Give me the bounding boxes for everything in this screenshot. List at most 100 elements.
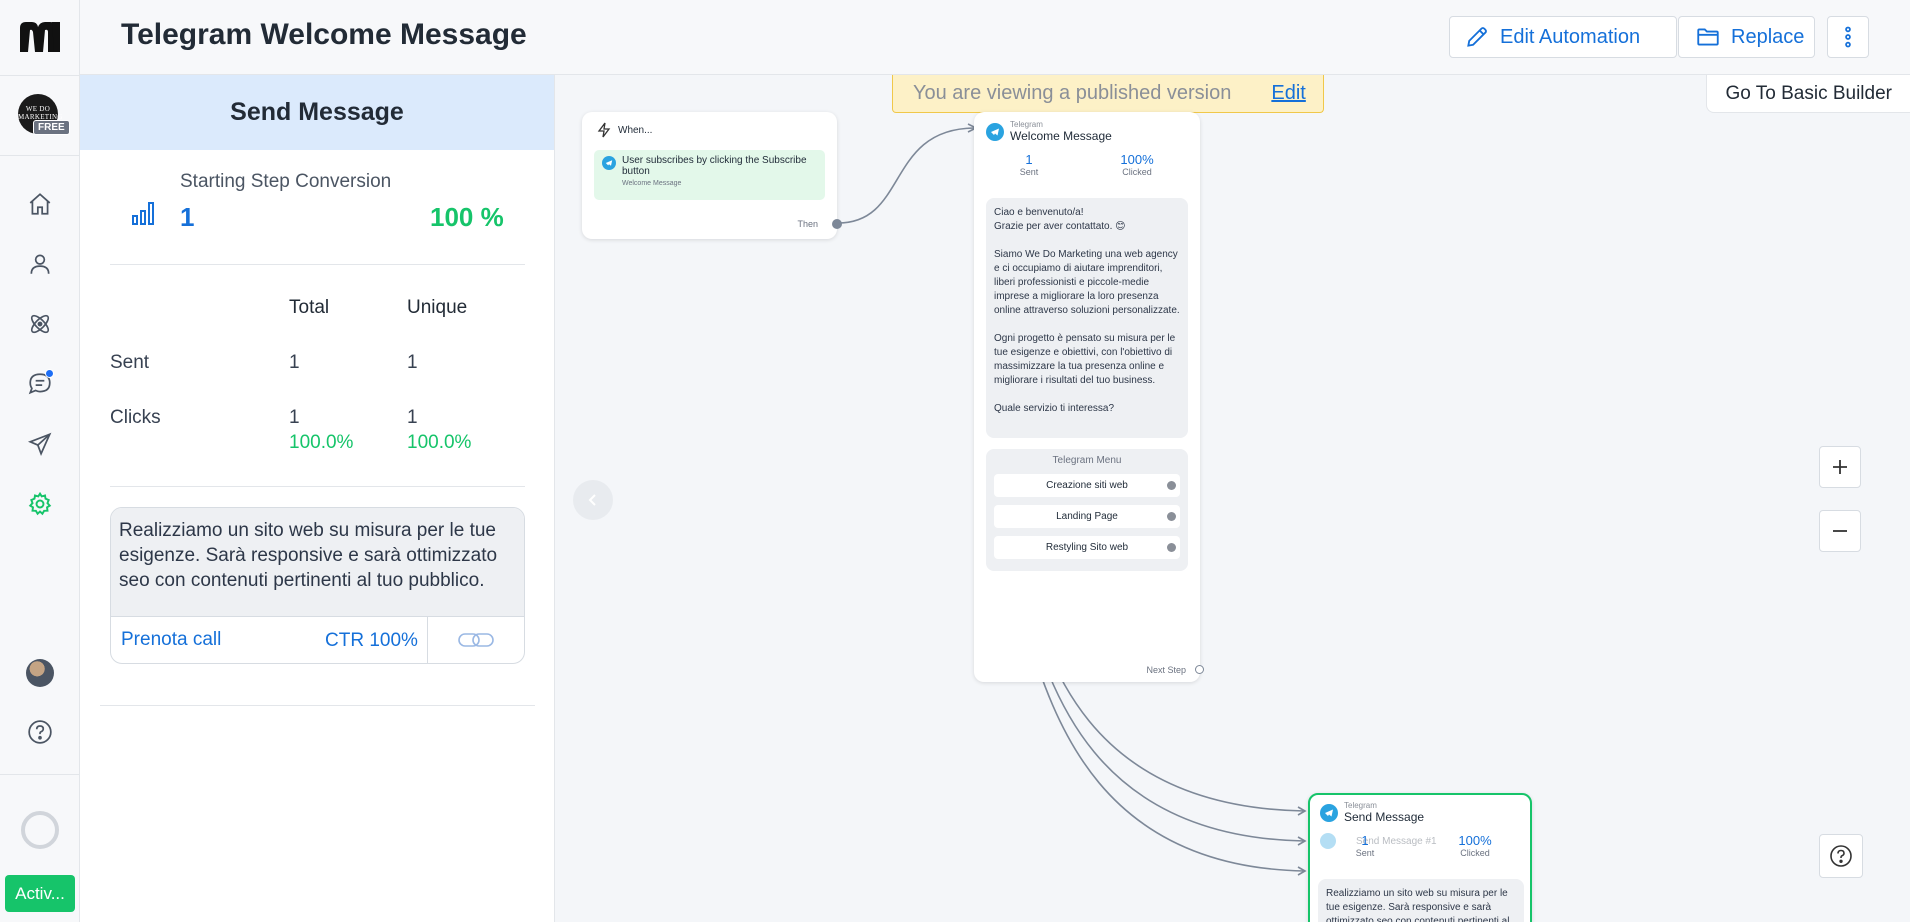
message-button-label[interactable]: Prenota call bbox=[111, 629, 316, 651]
flow-canvas[interactable]: You are viewing a published version Edit… bbox=[556, 75, 1910, 922]
sent-label: Sent bbox=[1019, 167, 1039, 177]
bar-chart-icon bbox=[132, 202, 154, 225]
top-bar: Telegram Welcome Message Edit Automation… bbox=[80, 0, 1910, 75]
more-options-button[interactable] bbox=[1827, 16, 1869, 58]
next-step-port[interactable] bbox=[1195, 665, 1204, 674]
zoom-in-button[interactable] bbox=[1819, 446, 1861, 488]
help-icon[interactable] bbox=[24, 716, 56, 748]
kebab-menu-icon bbox=[1845, 26, 1851, 48]
link-icon[interactable] bbox=[428, 631, 524, 649]
panel-title: Send Message bbox=[80, 75, 554, 150]
rail-divider bbox=[0, 774, 80, 775]
sent-value: 1 bbox=[1361, 833, 1369, 848]
plan-badge: FREE bbox=[33, 120, 70, 135]
home-icon[interactable] bbox=[24, 188, 56, 220]
folder-icon bbox=[1697, 28, 1719, 46]
canvas-help-button[interactable] bbox=[1819, 834, 1863, 878]
clicks-unique: 1 bbox=[407, 407, 418, 428]
send-message-text: Realizziamo un sito web su misura per le… bbox=[1318, 879, 1524, 922]
clicked-label: Clicked bbox=[1122, 167, 1152, 177]
replace-button[interactable]: Replace bbox=[1678, 16, 1815, 58]
automation-icon[interactable] bbox=[24, 308, 56, 340]
minus-icon bbox=[1833, 530, 1847, 532]
menu-item-port[interactable] bbox=[1167, 543, 1176, 552]
trigger-header: When... bbox=[618, 124, 653, 136]
sent-total: 1 bbox=[289, 352, 300, 373]
divider bbox=[100, 705, 535, 706]
basic-builder-button[interactable]: Go To Basic Builder bbox=[1706, 75, 1910, 113]
sent-value: 1 bbox=[1025, 152, 1033, 167]
loading-indicator bbox=[21, 811, 59, 849]
message-button-ctr: CTR 100% bbox=[316, 616, 428, 663]
then-label: Then bbox=[797, 219, 818, 229]
clicks-total-percent: 100.0% bbox=[289, 432, 354, 453]
menu-item-label: Creazione siti web bbox=[1046, 480, 1128, 491]
banner-edit-link[interactable]: Edit bbox=[1271, 82, 1305, 105]
conversion-percent: 100 % bbox=[430, 202, 504, 232]
then-port[interactable] bbox=[832, 219, 842, 229]
collapse-panel-button[interactable] bbox=[573, 480, 613, 520]
account-avatar-text: WE DO MARKETING bbox=[18, 105, 63, 121]
manychat-logo[interactable] bbox=[18, 18, 62, 56]
clicked-label: Clicked bbox=[1460, 848, 1490, 858]
message-button-row: Prenota call CTR 100% bbox=[111, 616, 524, 663]
clicks-label: Clicks bbox=[110, 407, 161, 428]
help-icon bbox=[1830, 845, 1852, 867]
message-text: Realizziamo un sito web su misura per le… bbox=[111, 508, 524, 616]
menu-item[interactable]: Restyling Sito web bbox=[994, 536, 1180, 559]
menu-item-port[interactable] bbox=[1167, 481, 1176, 490]
node-channel: Telegram bbox=[1010, 120, 1043, 129]
page-title: Telegram Welcome Message bbox=[121, 18, 527, 51]
clicked-value: 100% bbox=[1120, 152, 1154, 167]
node-channel: Telegram bbox=[1344, 801, 1377, 810]
conversion-label: Starting Step Conversion bbox=[180, 171, 392, 192]
chevron-left-icon bbox=[588, 494, 596, 506]
welcome-message-node[interactable]: Telegram Welcome Message 1 Sent 100% Cli… bbox=[974, 112, 1204, 682]
zoom-out-button[interactable] bbox=[1819, 510, 1861, 552]
pencil-icon bbox=[1467, 27, 1487, 47]
replace-label: Replace bbox=[1731, 25, 1805, 48]
conversion-value: 1 bbox=[180, 202, 195, 232]
activate-button[interactable]: Activ... bbox=[5, 875, 75, 912]
edit-automation-button[interactable]: Edit Automation bbox=[1449, 16, 1677, 58]
menu-title: Telegram Menu bbox=[1052, 455, 1122, 466]
trigger-condition[interactable]: User subscribes by clicking the Subscrib… bbox=[594, 150, 825, 200]
lightning-icon bbox=[597, 122, 611, 138]
telegram-icon bbox=[986, 122, 1004, 141]
divider bbox=[110, 486, 525, 487]
menu-item-label: Landing Page bbox=[1056, 511, 1118, 522]
menu-item[interactable]: Creazione siti web bbox=[994, 474, 1180, 497]
node-title: Send Message bbox=[1344, 810, 1425, 824]
broadcast-icon[interactable] bbox=[24, 428, 56, 460]
divider bbox=[110, 264, 525, 265]
rail-divider bbox=[0, 155, 80, 156]
telegram-icon bbox=[602, 156, 616, 170]
contacts-icon[interactable] bbox=[24, 248, 56, 280]
published-version-banner: You are viewing a published version Edit bbox=[892, 75, 1324, 113]
menu-item[interactable]: Landing Page bbox=[994, 505, 1180, 528]
menu-item-port[interactable] bbox=[1167, 512, 1176, 521]
clicks-total: 1 bbox=[289, 407, 300, 428]
welcome-message-text: Ciao e benvenuto/a! Grazie per aver cont… bbox=[986, 198, 1188, 438]
sent-label: Sent bbox=[1355, 848, 1375, 858]
clicked-value: 100% bbox=[1458, 833, 1492, 848]
banner-text: You are viewing a published version bbox=[913, 82, 1232, 104]
trigger-text: User subscribes by clicking the Subscrib… bbox=[622, 155, 807, 177]
trigger-sub: Welcome Message bbox=[622, 180, 682, 187]
rail-divider bbox=[0, 75, 80, 76]
menu-item-label: Restyling Sito web bbox=[1045, 542, 1129, 553]
col-total-header: Total bbox=[289, 297, 330, 318]
settings-icon[interactable] bbox=[24, 488, 56, 520]
message-preview-card: Realizziamo un sito web su misura per le… bbox=[110, 507, 525, 664]
col-unique-header: Unique bbox=[407, 297, 468, 318]
telegram-menu: Telegram Menu Creazione siti web Landing… bbox=[986, 449, 1188, 571]
sent-label: Sent bbox=[110, 352, 150, 373]
step-details-panel: Send Message Starting Step Conversion 1 … bbox=[80, 75, 555, 922]
left-rail: WE DO MARKETING FREE Activ... bbox=[0, 0, 80, 922]
send-message-node[interactable]: Telegram Send Message Send Message #1 1 … bbox=[1308, 793, 1532, 922]
clicks-unique-percent: 100.0% bbox=[407, 432, 472, 453]
user-avatar[interactable] bbox=[26, 659, 54, 687]
next-step-label: Next Step bbox=[1146, 665, 1186, 675]
trigger-node[interactable]: When... User subscribes by clicking the … bbox=[582, 112, 842, 239]
edit-automation-label: Edit Automation bbox=[1500, 25, 1641, 48]
